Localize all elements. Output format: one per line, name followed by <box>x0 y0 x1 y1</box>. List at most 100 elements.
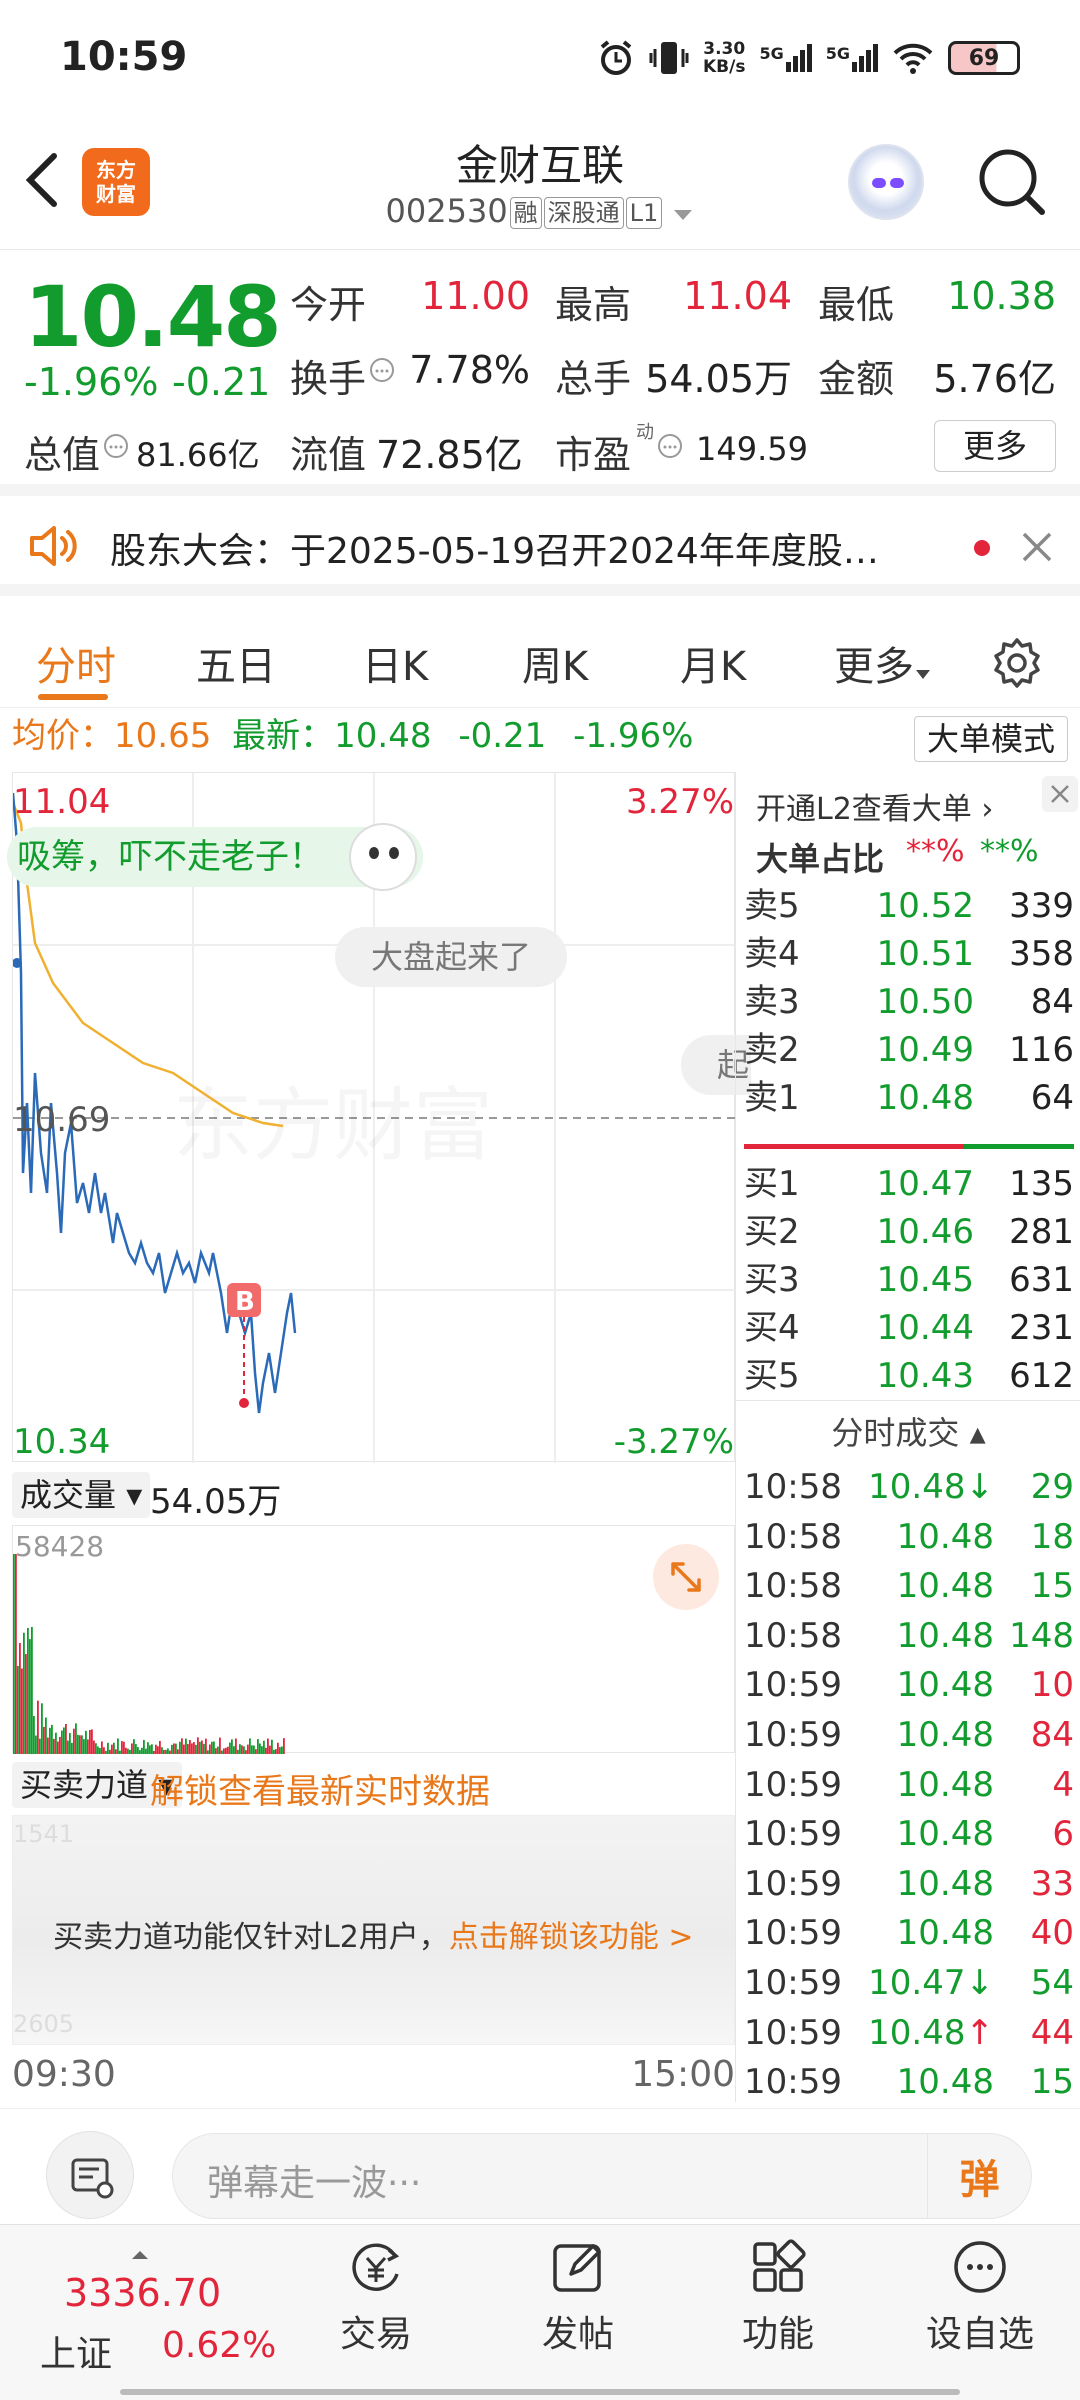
row-volume: 631 <box>1009 1260 1074 1300</box>
danmu-input-bar: 弹幕走一波··· 弹 <box>0 2108 1080 2224</box>
volume-bar <box>273 1749 275 1754</box>
danmu-toggle-button[interactable]: 弹 <box>927 2134 1031 2218</box>
unlock-feature-link[interactable]: 点击解锁该功能 > <box>449 1920 694 1955</box>
volume-bar <box>173 1743 175 1754</box>
dropdown-icon <box>916 670 930 679</box>
time-end: 15:00 <box>631 2054 735 2095</box>
volume-bar <box>279 1747 281 1754</box>
volume-bar <box>187 1744 189 1754</box>
row-price: 10.48 <box>896 1665 994 1706</box>
volume-bar <box>237 1749 239 1754</box>
row-price: 10.48 <box>896 1566 994 1607</box>
danmu-settings-button[interactable] <box>46 2131 134 2219</box>
chart-tabs: 分时 五日 日K 周K 月K 更多 <box>0 608 1080 708</box>
row-label: 10:59 <box>744 2012 842 2053</box>
ask-row: 卖2 10.49 116 <box>744 1026 1074 1074</box>
info-icon[interactable] <box>102 432 130 460</box>
unlock-link[interactable]: 解锁查看最新实时数据 <box>150 1764 490 1813</box>
row-label: 卖1 <box>744 1078 800 1118</box>
info-icon[interactable] <box>368 356 396 384</box>
index-ticker[interactable]: 3336.70 上证 0.62% <box>40 2251 276 2387</box>
amount-label: 金额 <box>818 357 895 401</box>
volume-bar <box>159 1740 161 1754</box>
post-icon <box>553 2244 601 2292</box>
tick-row: 10:58 10.48 18 <box>744 1512 1074 1562</box>
row-volume: 64 <box>1030 1078 1074 1118</box>
tab-five-day[interactable]: 五日 <box>196 634 276 692</box>
row-volume: 135 <box>1009 1164 1074 1204</box>
assistant-robot-icon[interactable] <box>848 144 924 220</box>
info-icon[interactable] <box>656 432 684 460</box>
tick-row: 10:58 10.48 15 <box>744 1561 1074 1611</box>
nav-functions[interactable]: 功能 <box>718 2235 838 2357</box>
turnover-label: 换手 <box>290 357 367 401</box>
nav-trade[interactable]: 交易 <box>316 2235 436 2357</box>
bottom-price-label: 10.34 <box>13 1422 110 1462</box>
pe-label: 市盈 <box>555 433 632 477</box>
volume-bar <box>199 1741 201 1754</box>
volume-bar <box>229 1742 231 1754</box>
tick-row: 10:59 10.48 33 <box>744 1859 1074 1909</box>
row-price: 10.48 <box>896 1516 994 1557</box>
row-label: 卖5 <box>744 886 800 926</box>
volume-bar <box>263 1740 265 1754</box>
big-order-mode-button[interactable]: 大单模式 <box>914 716 1068 762</box>
row-price: 10.51 <box>876 934 974 974</box>
close-icon[interactable] <box>1020 530 1054 564</box>
volume-bar <box>61 1730 63 1754</box>
status-bar: 10:59 3.30 KB/s 5G 5G 69 <box>0 0 1080 115</box>
volume-bar <box>163 1749 165 1754</box>
volume-bar <box>19 1642 21 1754</box>
tab-weekly-k[interactable]: 周K <box>522 634 588 692</box>
tab-monthly-k[interactable]: 月K <box>680 634 746 692</box>
search-button[interactable] <box>972 142 1052 222</box>
volume-bar <box>37 1700 39 1754</box>
volume-selector[interactable]: 成交量 ▾ <box>12 1472 151 1518</box>
signal-icon: 5G <box>826 44 878 72</box>
tick-row: 10:59 10.48 84 <box>744 1710 1074 1760</box>
bid-ask-ratio-bar-red <box>744 1144 964 1149</box>
volume-bar <box>253 1745 255 1754</box>
tab-daily-k[interactable]: 日K <box>362 634 428 692</box>
danmu-input[interactable]: 弹幕走一波··· 弹 <box>172 2133 1032 2219</box>
volume-bar <box>179 1741 181 1754</box>
tab-more[interactable]: 更多 <box>834 634 932 692</box>
volume-bar <box>45 1717 47 1754</box>
gear-icon[interactable] <box>990 636 1044 690</box>
notice-bar[interactable]: 股东大会：于2025-05-19召开2024年年度股… <box>0 496 1080 596</box>
intraday-chart[interactable]: 东方财富 B 11.04 3.27% 10.69 10.34 -3.27% 吸筹… <box>7 772 751 1463</box>
volume-bar <box>111 1744 113 1754</box>
volume-bar <box>201 1740 203 1754</box>
volume-bar <box>185 1738 187 1754</box>
nav-post[interactable]: 发帖 <box>518 2235 638 2357</box>
volume-bar <box>183 1744 185 1754</box>
nav-add-watchlist[interactable]: 设自选 <box>920 2235 1040 2357</box>
comment-bubble[interactable]: 大盘起来了 <box>335 927 568 987</box>
volume-bar <box>121 1741 123 1754</box>
volume-bar <box>155 1744 157 1754</box>
expand-button[interactable] <box>653 1544 719 1610</box>
bottom-pct-label: -3.27% <box>614 1422 734 1462</box>
open-l2-link[interactable]: 开通L2查看大单 › <box>756 784 993 828</box>
ticks-header[interactable]: 分时成交 ▴ <box>736 1408 1080 1454</box>
row-label: 买5 <box>744 1356 800 1396</box>
more-button[interactable]: 更多 <box>934 420 1056 472</box>
row-price: 10.47↓ <box>868 1963 994 2003</box>
row-price: 10.52 <box>876 886 974 926</box>
mid-price-label: 10.69 <box>13 1100 110 1140</box>
row-label: 10:58 <box>744 1467 842 1507</box>
volume-bar <box>211 1741 213 1754</box>
volume-bar <box>93 1740 95 1754</box>
row-label: 10:59 <box>744 1814 842 1855</box>
volume-chart[interactable]: 58428 <box>12 1525 735 1754</box>
row-volume: 29 <box>1030 1467 1074 1507</box>
row-label: 买2 <box>744 1212 800 1252</box>
tab-intraday[interactable]: 分时 <box>36 634 116 692</box>
row-label: 10:58 <box>744 1566 842 1607</box>
ask-row: 卖4 10.51 358 <box>744 930 1074 978</box>
close-icon[interactable] <box>1042 776 1078 812</box>
volume-bar <box>57 1741 59 1754</box>
volume-bar <box>195 1744 197 1754</box>
volume-bar <box>233 1746 235 1754</box>
row-price: 10.48 <box>896 1814 994 1855</box>
